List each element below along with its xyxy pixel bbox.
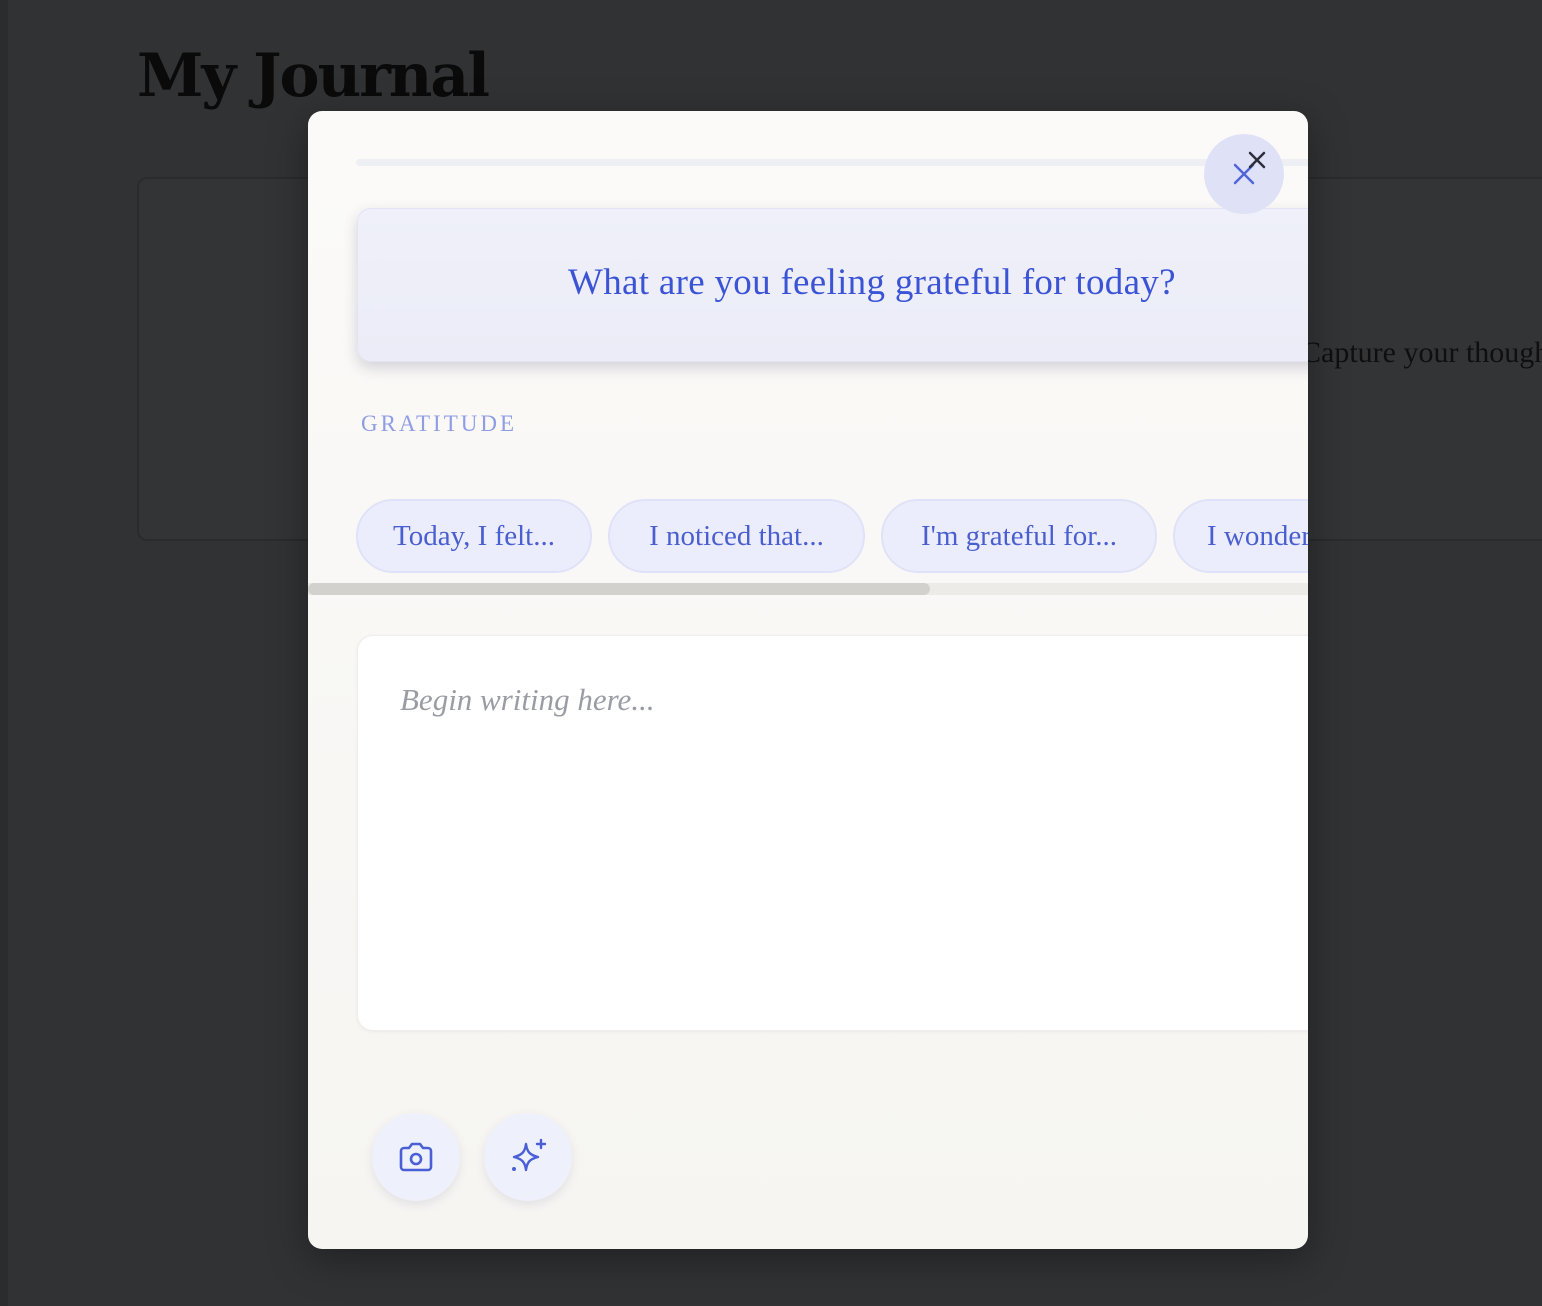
starter-chip[interactable]: I wonder... (1173, 499, 1308, 573)
close-icon (1233, 151, 1266, 185)
chips-scrollbar-thumb[interactable] (308, 583, 930, 595)
prompt-text: What are you feeling grateful for today? (568, 262, 1176, 303)
sparkles-icon (512, 1138, 547, 1172)
starter-chip[interactable]: I'm grateful for... (881, 499, 1157, 573)
journal-page: My Journal Capture your thoughts and moo… (0, 0, 1542, 1306)
progress-track (356, 159, 1308, 166)
category-label: GRATITUDE (361, 411, 518, 436)
background-card-text: Capture your thoughts and moods (1301, 336, 1542, 369)
camera-icon (399, 1142, 433, 1172)
new-entry-modal: What are you feeling grateful for today?… (308, 111, 1308, 1249)
prompt-card: What are you feeling grateful for today? (357, 208, 1308, 362)
add-photo-button[interactable] (372, 1113, 460, 1201)
starter-chip[interactable]: Today, I felt... (356, 499, 592, 573)
page-title: My Journal (137, 41, 490, 111)
ai-assist-button[interactable] (484, 1113, 572, 1201)
starter-chip[interactable]: I noticed that... (608, 499, 865, 573)
close-button[interactable] (1204, 134, 1284, 214)
page-edge (0, 0, 8, 1306)
journal-entry-input[interactable] (357, 635, 1308, 1031)
